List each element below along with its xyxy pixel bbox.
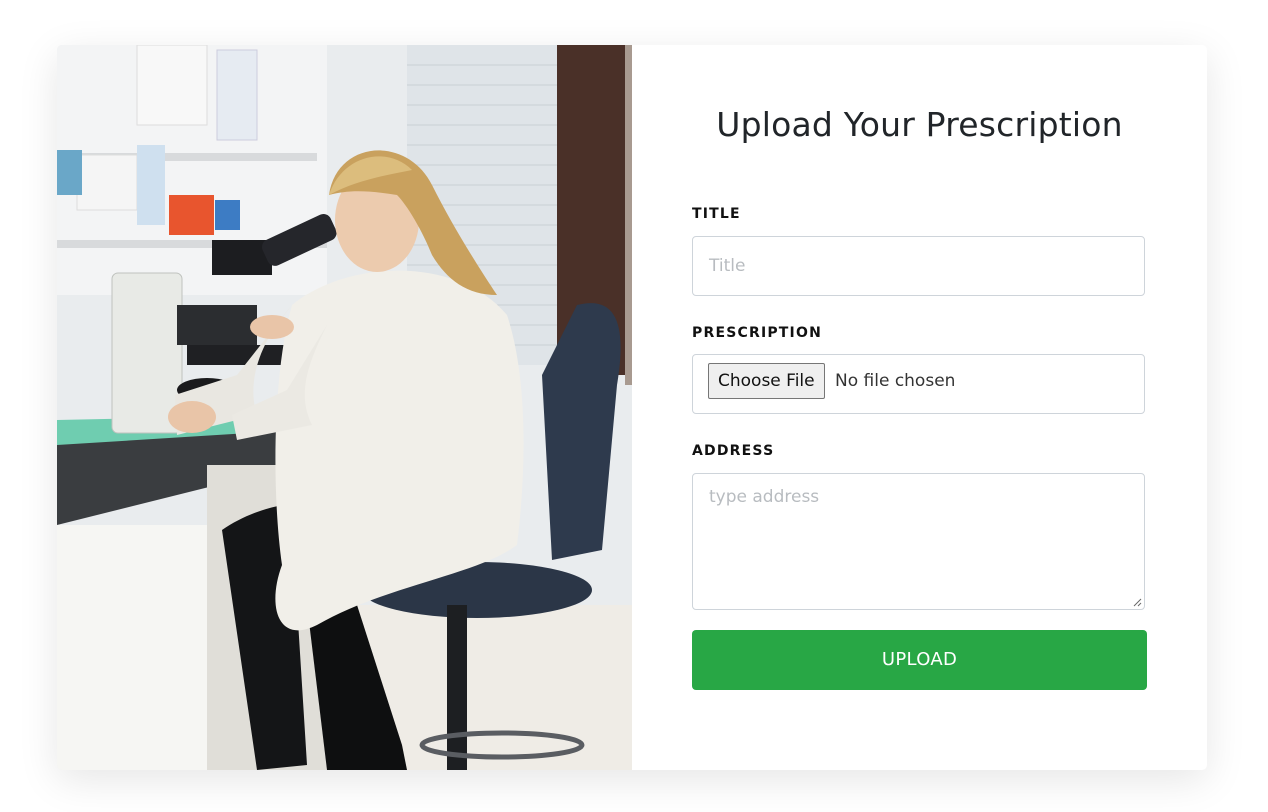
prescription-label: PRESCRIPTION — [692, 325, 822, 341]
address-placeholder: type address — [709, 487, 820, 507]
prescription-card: Upload Your Prescription TITLE Title PRE… — [57, 45, 1207, 770]
choose-file-button[interactable]: Choose File — [708, 363, 825, 399]
title-input[interactable]: Title — [692, 236, 1145, 296]
title-label: TITLE — [692, 206, 741, 222]
address-label: ADDRESS — [692, 443, 775, 459]
title-placeholder: Title — [709, 256, 746, 276]
address-textarea[interactable]: type address — [692, 473, 1145, 610]
lab-scientist-photo — [57, 45, 632, 770]
resize-grip-icon[interactable] — [1132, 597, 1142, 607]
prescription-file-input[interactable]: Choose File No file chosen — [692, 354, 1145, 414]
form-title: Upload Your Prescription — [716, 105, 1123, 144]
upload-button[interactable]: UPLOAD — [692, 630, 1147, 690]
upload-form: Upload Your Prescription TITLE Title PRE… — [632, 45, 1207, 770]
file-status-text: No file chosen — [835, 371, 956, 391]
